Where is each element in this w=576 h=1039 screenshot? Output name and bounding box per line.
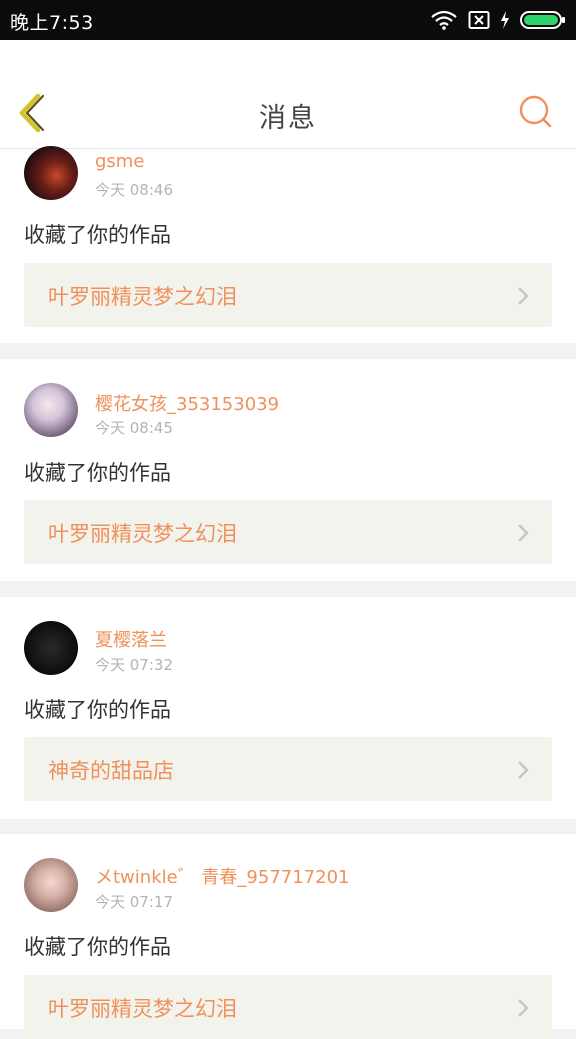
message-card: gsme 今天 08:46 收藏了你的作品 叶罗丽精灵梦之幻泪 <box>0 146 576 343</box>
username[interactable]: gsme <box>95 151 144 172</box>
avatar[interactable] <box>24 858 78 912</box>
work-item[interactable]: 神奇的甜品店 <box>24 737 552 801</box>
chevron-right-icon <box>518 524 529 542</box>
message-time: 今天 08:45 <box>95 419 173 437</box>
chevron-right-icon <box>518 999 529 1017</box>
charging-icon <box>501 11 509 29</box>
action-text: 收藏了你的作品 <box>24 698 171 722</box>
work-item[interactable]: 叶罗丽精灵梦之幻泪 <box>24 500 552 564</box>
status-icons <box>430 9 566 31</box>
message-time: 今天 08:46 <box>95 181 173 199</box>
status-bar: 晚上7:53 <box>0 0 576 40</box>
page-title: 消息 <box>259 103 317 134</box>
action-text: 收藏了你的作品 <box>24 223 171 247</box>
message-time: 今天 07:32 <box>95 656 173 674</box>
username[interactable]: 夏樱落兰 <box>95 626 167 652</box>
work-title: 叶罗丽精灵梦之幻泪 <box>48 997 237 1021</box>
message-card: 夏樱落兰 今天 07:32 收藏了你的作品 神奇的甜品店 <box>0 597 576 819</box>
message-card: メtwinkle゛ 青春_957717201 今天 07:17 收藏了你的作品 … <box>0 834 576 1039</box>
avatar[interactable] <box>24 383 78 437</box>
status-time: 晚上7:53 <box>10 12 94 34</box>
message-time: 今天 07:17 <box>95 893 173 911</box>
action-text: 收藏了你的作品 <box>24 461 171 485</box>
search-icon[interactable] <box>516 92 556 132</box>
message-card: 樱花女孩_353153039 今天 08:45 收藏了你的作品 叶罗丽精灵梦之幻… <box>0 359 576 581</box>
work-title: 叶罗丽精灵梦之幻泪 <box>48 522 237 546</box>
chevron-right-icon <box>518 287 529 305</box>
username[interactable]: メtwinkle゛ 青春_957717201 <box>95 863 349 889</box>
battery-icon <box>520 11 565 29</box>
work-item[interactable]: 叶罗丽精灵梦之幻泪 <box>24 263 552 327</box>
work-title: 叶罗丽精灵梦之幻泪 <box>48 285 237 309</box>
work-title: 神奇的甜品店 <box>48 759 174 783</box>
action-text: 收藏了你的作品 <box>24 935 171 959</box>
sim-off-icon <box>468 11 490 29</box>
chevron-right-icon <box>518 761 529 779</box>
navigation-bar: 消息 <box>0 40 576 149</box>
avatar[interactable] <box>24 621 78 675</box>
avatar[interactable] <box>24 146 78 200</box>
work-item[interactable]: 叶罗丽精灵梦之幻泪 <box>24 975 552 1039</box>
wifi-icon <box>431 10 457 30</box>
username[interactable]: 樱花女孩_353153039 <box>95 390 279 416</box>
